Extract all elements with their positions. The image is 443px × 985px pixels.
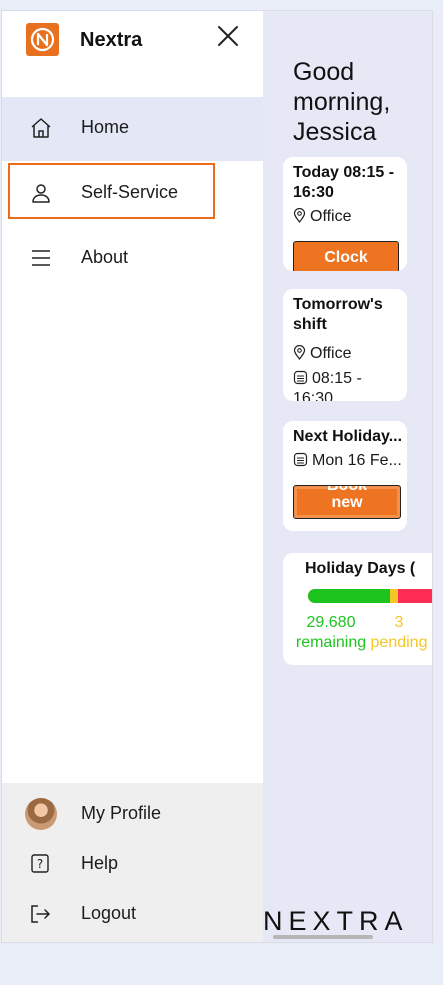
nextra-logo-icon [26, 23, 59, 56]
app-window: Nextra Home Self-Service About My Profil… [1, 10, 433, 943]
clock-button[interactable]: Clock [293, 241, 399, 271]
sidebar-item-label: About [81, 247, 129, 267]
holiday-card-title: Next Holiday... [293, 428, 403, 445]
sidebar-item-label: Home [81, 117, 130, 137]
main-content: Good morning, Jessica Today 08:15 - 16:3… [263, 11, 432, 942]
tomorrow-time: 08:15 - 16:30 [293, 370, 362, 401]
pending-segment [390, 589, 398, 603]
close-icon[interactable] [215, 23, 241, 49]
help-icon: ? [28, 852, 52, 876]
avatar [25, 798, 57, 830]
location-pin-icon [293, 344, 306, 360]
home-icon [29, 116, 53, 140]
nextra-wordmark: NEXTRA [263, 906, 409, 936]
calendar-icon [293, 370, 308, 385]
sidebar-item-label: My Profile [81, 803, 162, 823]
tomorrow-card-title: Tomorrow's shift [293, 296, 383, 333]
sidebar-item-home[interactable]: Home [2, 97, 263, 161]
sidebar: Nextra Home Self-Service About My Profil… [2, 11, 263, 942]
brand: Nextra [26, 23, 256, 57]
location-pin-icon [293, 207, 306, 223]
sidebar-item-label: Logout [81, 903, 137, 923]
sidebar-item-help[interactable]: ? Help [2, 842, 263, 886]
svg-text:?: ? [37, 857, 43, 871]
holiday-date: Mon 16 Fe... [293, 451, 407, 471]
sidebar-item-about[interactable]: About [2, 227, 263, 291]
tomorrow-card[interactable]: Tomorrow's shift Office 08:15 - 16:30 [283, 289, 407, 401]
holiday-days-card[interactable]: Holiday Days ( 29.680 remaining 3 pendin… [283, 553, 432, 665]
tomorrow-location: Office [293, 344, 352, 364]
sidebar-item-my-profile[interactable]: My Profile [2, 792, 263, 836]
remaining-stat: 29.680 remaining [295, 614, 367, 651]
book-new-button[interactable]: Book new [293, 485, 401, 519]
today-card[interactable]: Today 08:15 - 16:30 Office Clock [283, 157, 407, 271]
sidebar-item-label: Help [81, 853, 119, 873]
menu-icon [29, 246, 53, 270]
logout-icon [28, 902, 52, 926]
sidebar-footer: My Profile ? Help Logout [2, 783, 263, 942]
holiday-card[interactable]: Next Holiday... Mon 16 Fe... Book new [283, 421, 407, 531]
holiday-days-bar [308, 589, 432, 603]
horizontal-scrollbar[interactable] [273, 935, 373, 939]
today-location: Office [293, 207, 352, 227]
remaining-segment [308, 589, 390, 603]
sidebar-item-logout[interactable]: Logout [2, 892, 263, 936]
greeting: Good morning, Jessica [293, 58, 391, 146]
holiday-days-title: Holiday Days ( [305, 560, 416, 577]
focus-ring [8, 163, 215, 219]
today-card-title: Today 08:15 - 16:30 [293, 164, 395, 201]
brand-name: Nextra [80, 29, 143, 51]
pending-stat: 3 pending [370, 614, 428, 651]
calendar-icon [293, 452, 308, 467]
